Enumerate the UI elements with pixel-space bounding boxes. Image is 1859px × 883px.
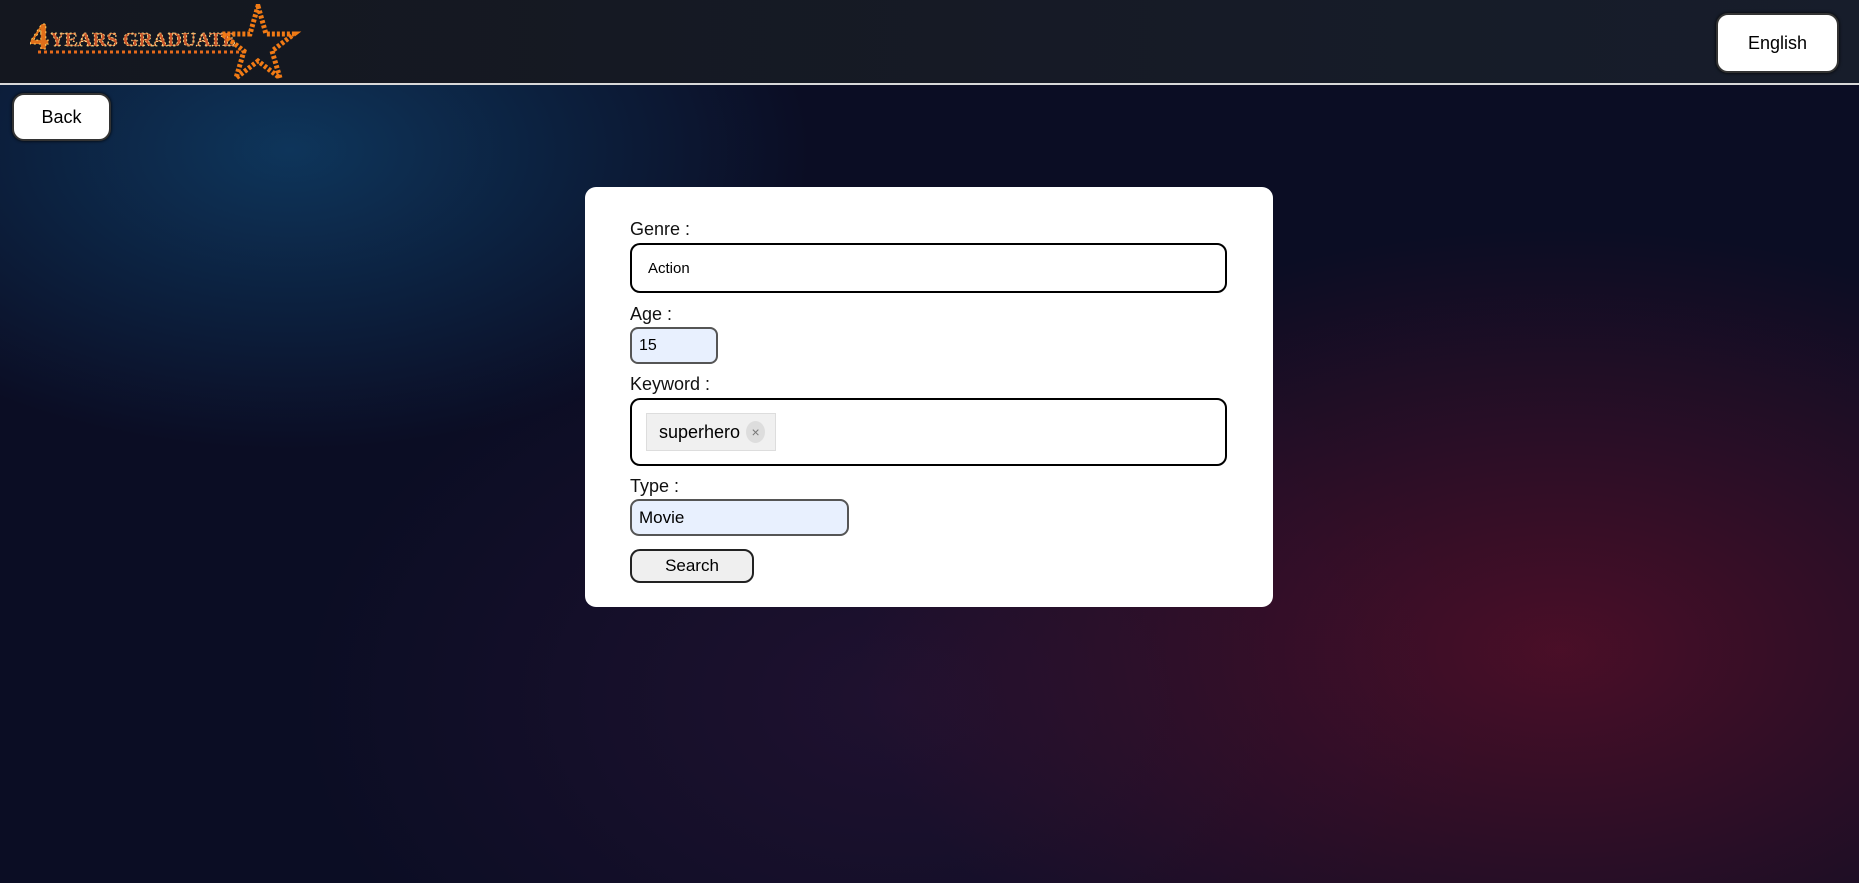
type-input[interactable]: Movie: [630, 499, 849, 536]
search-button[interactable]: Search: [630, 549, 754, 583]
age-input[interactable]: 15: [630, 327, 718, 364]
keyword-label: Keyword :: [630, 374, 711, 394]
genre-input[interactable]: Action: [630, 243, 1227, 293]
svg-text:YEARS GRADUATE: YEARS GRADUATE: [50, 29, 236, 51]
logo[interactable]: 4 YEARS GRADUATE: [28, 4, 308, 82]
age-label: Age :: [630, 304, 673, 324]
back-button[interactable]: Back: [12, 93, 111, 141]
language-button[interactable]: English: [1716, 13, 1839, 73]
remove-chip-icon[interactable]: ×: [746, 421, 766, 443]
top-header: 4 YEARS GRADUATE English: [0, 0, 1859, 85]
genre-label: Genre :: [630, 219, 691, 239]
keyword-chip-text: superhero: [659, 421, 741, 442]
type-label: Type :: [630, 476, 680, 496]
keyword-input[interactable]: superhero ×: [630, 398, 1227, 466]
search-form: Genre : Action Age : 15 Keyword : superh…: [585, 187, 1273, 607]
keyword-chip: superhero ×: [646, 413, 777, 451]
type-value: Movie: [639, 507, 685, 527]
age-value: 15: [639, 336, 657, 354]
genre-value: Action: [648, 259, 690, 277]
